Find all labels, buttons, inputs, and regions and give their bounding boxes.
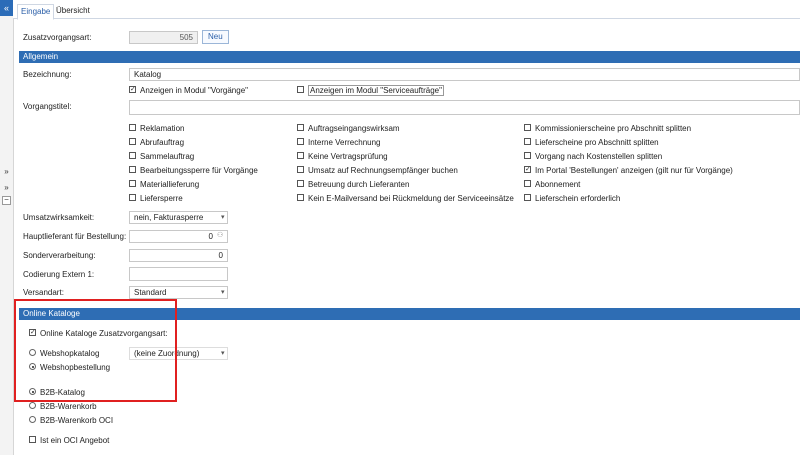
checkbox-icon[interactable] (29, 436, 36, 444)
versandart-label: Versandart: (23, 288, 64, 297)
cb-abrufauftrag[interactable]: Abrufauftrag (129, 138, 184, 147)
cb-materiallieferung[interactable]: Materiallieferung (129, 180, 199, 189)
dropdown-arrow-icon[interactable]: ▾ (221, 288, 225, 296)
cb-reklamation[interactable]: Reklamation (129, 124, 184, 133)
checkbox-checked-icon[interactable]: ✓ (524, 166, 531, 174)
red-highlight-box (14, 299, 177, 402)
binoculars-icon[interactable]: ⚇ (217, 231, 223, 239)
cb-modul-vorgaenge[interactable]: ✓ Anzeigen in Modul "Vorgänge" (129, 86, 248, 95)
sonderverarbeitung-label: Sonderverarbeitung: (23, 251, 96, 260)
codierung-input[interactable] (129, 267, 228, 281)
cb-bearbeitungssperre[interactable]: Bearbeitungssperre für Vorgänge (129, 166, 258, 175)
cb-kommissionierscheine[interactable]: Kommissionierscheine pro Abschnitt split… (524, 124, 691, 133)
left-collapse-strip: « » » − (0, 0, 14, 455)
cb-oci-angebot[interactable]: Ist ein OCI Angebot (29, 436, 109, 445)
new-button[interactable]: Neu (202, 30, 229, 44)
collapse-panel-icon[interactable]: « (0, 0, 13, 16)
cb-modul-service[interactable]: Anzeigen im Modul "Serviceaufträge" (297, 85, 444, 96)
double-chevron-down-icon[interactable]: » (0, 167, 13, 176)
vorgangstitel-input[interactable] (129, 100, 800, 115)
radio-icon[interactable] (29, 416, 36, 424)
vorgangstitel-label: Vorgangstitel: (23, 102, 72, 111)
minus-icon[interactable]: − (2, 196, 11, 205)
radio-b2b-warenkorb[interactable]: B2B-Warenkorb (29, 402, 97, 411)
bezeichnung-input[interactable]: Katalog (129, 68, 800, 81)
checkbox-icon[interactable] (297, 86, 304, 94)
zusatz-label: Zusatzvorgangsart: (23, 33, 92, 42)
dropdown-arrow-icon[interactable]: ▾ (221, 349, 225, 357)
cb-interne-verrechnung[interactable]: Interne Verrechnung (297, 138, 381, 147)
hauptlieferant-input[interactable]: 0 (129, 230, 228, 243)
sonderverarbeitung-input[interactable]: 0 (129, 249, 228, 262)
zusatz-number-field[interactable]: 505 (129, 31, 198, 44)
cb-betreuung-lieferanten[interactable]: Betreuung durch Lieferanten (297, 180, 409, 189)
versandart-select[interactable]: Standard (129, 286, 228, 299)
cb-umsatz-rechnungsempfaenger[interactable]: Umsatz auf Rechnungsempfänger buchen (297, 166, 458, 175)
hauptlieferant-label: Hauptlieferant für Bestellung: (23, 232, 127, 241)
double-chevron-up-icon[interactable]: » (0, 183, 13, 192)
codierung-label: Codierung Extern 1: (23, 270, 95, 279)
umsatz-label: Umsatzwirksamkeit: (23, 213, 95, 222)
cb-abonnement[interactable]: Abonnement (524, 180, 580, 189)
cb-lieferschein-erforderlich[interactable]: Lieferschein erforderlich (524, 194, 620, 203)
cb-kostenstellen-splitten[interactable]: Vorgang nach Kostenstellen splitten (524, 152, 662, 161)
dropdown-arrow-icon[interactable]: ▾ (221, 213, 225, 221)
cb-sammelauftrag[interactable]: Sammelauftrag (129, 152, 194, 161)
bezeichnung-label: Bezeichnung: (23, 70, 72, 79)
tab-bar: Eingabe Übersicht (13, 0, 800, 20)
cb-liefersperre[interactable]: Liefersperre (129, 194, 183, 203)
checkbox-checked-icon[interactable]: ✓ (129, 86, 136, 94)
tab-uebersicht[interactable]: Übersicht (53, 4, 93, 18)
radio-icon[interactable] (29, 402, 36, 410)
section-allgemein: Allgemein (19, 51, 800, 63)
cb-portal-bestellungen[interactable]: ✓ Im Portal 'Bestellungen' anzeigen (gilt… (524, 166, 733, 175)
radio-b2b-warenkorb-oci[interactable]: B2B-Warenkorb OCI (29, 416, 113, 425)
cb-lieferscheine-splitten[interactable]: Lieferscheine pro Abschnitt splitten (524, 138, 659, 147)
cb-kein-emailversand[interactable]: Kein E-Mailversand bei Rückmeldung der S… (297, 194, 514, 203)
cb-keine-vertragspruefung[interactable]: Keine Vertragsprüfung (297, 152, 388, 161)
cb-auftragseingangswirksam[interactable]: Auftragseingangswirksam (297, 124, 400, 133)
umsatz-select[interactable]: nein, Fakturasperre (129, 211, 228, 224)
